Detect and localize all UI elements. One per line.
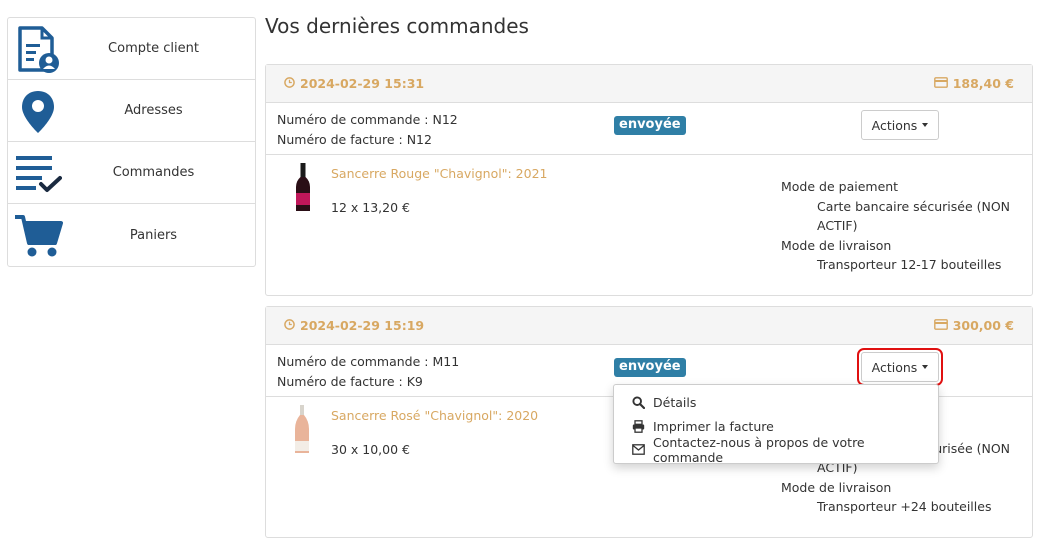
sidebar-item-adresses[interactable]: Adresses (8, 80, 255, 142)
actions-button[interactable]: Actions (861, 110, 939, 140)
product-quantity: 30 x 10,00 € (331, 442, 410, 457)
credit-card-icon (933, 318, 948, 333)
orders-list-icon (12, 148, 64, 200)
wine-bottle-image (296, 163, 310, 211)
invoice-number: Numéro de facture : K9 (277, 374, 423, 389)
payment-label: Mode de paiement (781, 179, 899, 194)
actions-button-label: Actions (871, 359, 918, 375)
order-number: Numéro de commande : M11 (277, 354, 460, 369)
clock-icon (284, 76, 295, 91)
order-total: 300,00 € (952, 318, 1014, 333)
payment-value-cont: ACTIF) (817, 218, 858, 233)
shipping-value: Transporteur +24 bouteilles (817, 499, 992, 514)
invoice-number: Numéro de facture : N12 (277, 132, 432, 147)
order-header: 2024-02-29 15:19 300,00 € (266, 307, 1032, 345)
shipping-label: Mode de livraison (781, 237, 892, 253)
order-body: Sancerre Rouge "Chavignol": 2021 12 x 13… (266, 155, 1032, 295)
order-date: 2024-02-29 15:31 (300, 76, 425, 91)
order-number: Numéro de commande : N12 (277, 112, 458, 127)
caret-down-icon (922, 123, 929, 127)
clock-icon (284, 318, 295, 333)
order-total: 188,40 € (952, 76, 1014, 91)
shipping-label: Mode de livraison (781, 479, 892, 495)
order-header: 2024-02-29 15:31 188,40 € (266, 65, 1032, 103)
order-date: 2024-02-29 15:19 (300, 318, 425, 333)
caret-down-icon (922, 365, 929, 369)
sidebar-item-commandes[interactable]: Commandes (8, 142, 255, 204)
sidebar-item-compte-client[interactable]: Compte client (8, 18, 255, 80)
menu-item-label: Imprimer la facture (653, 418, 774, 434)
actions-button[interactable]: Actions (857, 348, 943, 386)
shipping-value: Transporteur 12-17 bouteilles (817, 257, 1002, 272)
payment-value: Carte bancaire sécurisée (NON (817, 198, 1011, 214)
client-account-icon (12, 24, 64, 76)
shopping-cart-icon (12, 210, 64, 262)
wine-bottle-image (295, 405, 309, 453)
product-name-link[interactable]: Sancerre Rosé "Chavignol": 2020 (331, 408, 538, 423)
order-card: 2024-02-29 15:31 188,40 € Numéro de comm… (265, 64, 1033, 296)
menu-item-details[interactable]: Détails (614, 391, 938, 415)
actions-dropdown-menu: Détails Imprimer la facture Contactez-no… (613, 384, 939, 465)
product-name-link[interactable]: Sancerre Rouge "Chavignol": 2021 (331, 166, 547, 181)
product-quantity: 12 x 13,20 € (331, 200, 410, 215)
envelope-icon (632, 443, 645, 456)
menu-item-contact-us[interactable]: Contactez-nous à propos de votre command… (614, 434, 938, 465)
search-icon (632, 396, 645, 410)
menu-item-label: Détails (653, 395, 697, 411)
map-pin-icon (12, 86, 64, 138)
account-sidebar: Compte client Adresses Commandes Paniers (7, 17, 256, 267)
status-badge: envoyée (614, 116, 686, 135)
page-title: Vos dernières commandes (265, 14, 529, 38)
printer-icon (632, 419, 645, 433)
credit-card-icon (933, 76, 948, 91)
menu-item-label: Contactez-nous à propos de votre command… (653, 434, 865, 465)
sidebar-item-paniers[interactable]: Paniers (8, 204, 255, 266)
order-info: Numéro de commande : N12 Numéro de factu… (266, 103, 1032, 155)
actions-button-label: Actions (871, 117, 918, 133)
status-badge: envoyée (614, 358, 686, 377)
payment-shipping-info: Mode de paiement Carte bancaire sécurisé… (781, 177, 1010, 275)
